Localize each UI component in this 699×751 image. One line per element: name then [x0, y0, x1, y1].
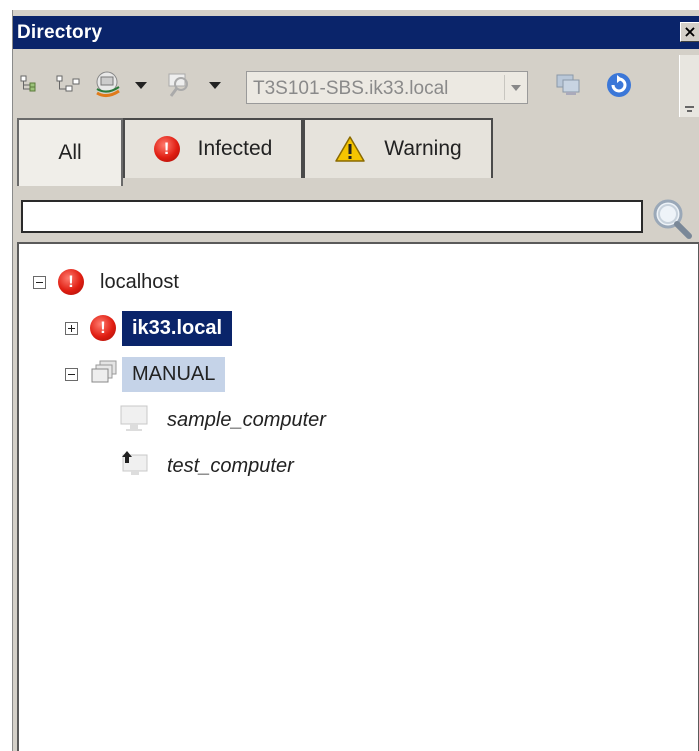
- refresh-icon[interactable]: [601, 71, 637, 99]
- computer-icon: [119, 403, 151, 437]
- tree-node-ik33-local[interactable]: ! ik33.local: [65, 310, 233, 346]
- tree-node-label: test_computer: [167, 454, 294, 477]
- toolbar: T3S101-SBS.ik33.local: [13, 55, 699, 117]
- tree-node-sample-computer[interactable]: sample_computer: [119, 402, 336, 438]
- directory-panel: Directory × T3S101-SBS.ik33.local All ! …: [12, 10, 699, 751]
- computer-view-icon[interactable]: [551, 71, 587, 99]
- collapse-tree-icon[interactable]: [55, 71, 83, 99]
- tree-node-test-computer[interactable]: test_computer: [119, 448, 304, 484]
- error-icon: !: [153, 136, 180, 162]
- magnifier-icon[interactable]: [649, 196, 695, 242]
- tree-node-manual[interactable]: MANUAL: [65, 356, 226, 392]
- filter-tabs: All ! Infected Warning: [13, 118, 699, 188]
- server-combobox[interactable]: T3S101-SBS.ik33.local: [246, 71, 528, 104]
- group-icon: [90, 359, 120, 389]
- tree-node-localhost[interactable]: ! localhost: [33, 264, 189, 300]
- expand-toggle[interactable]: [65, 321, 78, 335]
- tree-node-label: MANUAL: [122, 356, 226, 392]
- collapse-toggle[interactable]: [33, 275, 46, 289]
- tab-warning-label: Warning: [384, 137, 462, 160]
- find-computer-icon[interactable]: [161, 71, 201, 99]
- warning-icon: [334, 135, 366, 163]
- collapse-toggle[interactable]: [65, 367, 78, 381]
- search-bar: [13, 196, 699, 248]
- server-combobox-value: T3S101-SBS.ik33.local: [253, 78, 449, 99]
- tree-node-label: sample_computer: [167, 408, 326, 431]
- tab-all[interactable]: All: [17, 118, 123, 186]
- search-input[interactable]: [21, 200, 643, 233]
- tree-node-label: ik33.local: [122, 310, 233, 346]
- title-bar: Directory ×: [13, 16, 699, 49]
- directory-tree: ! localhost ! ik33.local MANUAL sample_c…: [17, 242, 699, 751]
- close-button[interactable]: ×: [680, 22, 699, 42]
- tab-infected[interactable]: ! Infected: [123, 118, 303, 178]
- expand-tree-icon[interactable]: [19, 71, 47, 99]
- tab-warning[interactable]: Warning: [303, 118, 493, 178]
- panel-title: Directory: [17, 22, 103, 43]
- computer-group-icon[interactable]: [89, 71, 129, 99]
- error-icon: !: [90, 315, 116, 341]
- toolbar-overflow-handle[interactable]: [679, 55, 699, 117]
- combobox-divider: [504, 75, 505, 100]
- find-computer-dropdown[interactable]: [209, 82, 221, 89]
- computer-upload-icon: [119, 449, 151, 483]
- error-icon: !: [58, 269, 84, 295]
- computer-group-dropdown[interactable]: [135, 82, 147, 89]
- tab-infected-label: Infected: [197, 137, 273, 160]
- tab-all-label: All: [58, 141, 82, 164]
- tree-node-label: localhost: [100, 270, 179, 293]
- chevron-down-icon[interactable]: [511, 85, 521, 91]
